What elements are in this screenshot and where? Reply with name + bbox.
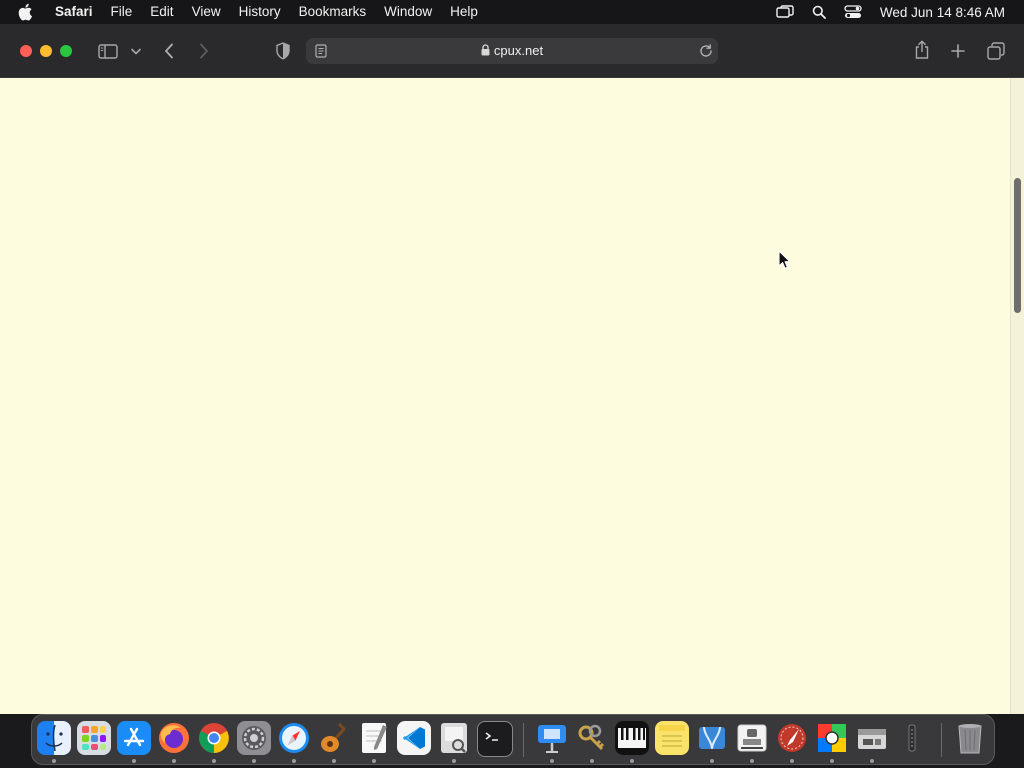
running-indicator bbox=[252, 759, 256, 763]
menu-help[interactable]: Help bbox=[441, 0, 487, 24]
preview-icon[interactable] bbox=[437, 721, 471, 755]
terminal-icon[interactable] bbox=[477, 721, 513, 757]
migration-assistant-icon[interactable] bbox=[695, 721, 729, 755]
keynote-icon[interactable] bbox=[535, 721, 569, 755]
running-indicator bbox=[590, 759, 594, 763]
menu-bar: Safari File Edit View History Bookmarks … bbox=[0, 0, 1024, 24]
menu-edit[interactable]: Edit bbox=[141, 0, 182, 24]
chrome-icon[interactable] bbox=[197, 721, 231, 755]
running-indicator bbox=[550, 759, 554, 763]
running-indicator bbox=[172, 759, 176, 763]
safari-toolbar: cpux.net bbox=[0, 24, 1024, 78]
new-tab-icon[interactable] bbox=[948, 41, 968, 61]
safari-window: cpux.net bbox=[0, 24, 1024, 714]
app-store-icon[interactable] bbox=[117, 721, 151, 755]
dock-separator bbox=[523, 723, 524, 757]
dock bbox=[31, 714, 995, 765]
url-text[interactable]: cpux.net bbox=[494, 43, 543, 58]
instruments-icon[interactable] bbox=[775, 721, 809, 755]
system-settings-icon[interactable] bbox=[237, 721, 271, 755]
share-icon[interactable] bbox=[911, 39, 933, 61]
textedit-icon[interactable] bbox=[357, 721, 391, 755]
running-indicator bbox=[630, 759, 634, 763]
vscode-icon[interactable] bbox=[397, 721, 431, 755]
menu-app-safari[interactable]: Safari bbox=[46, 0, 102, 24]
running-indicator bbox=[870, 759, 874, 763]
reload-icon[interactable] bbox=[698, 43, 714, 59]
audio-midi-setup-icon[interactable] bbox=[895, 721, 929, 755]
running-indicator bbox=[132, 759, 136, 763]
forward-icon[interactable] bbox=[194, 41, 214, 61]
piano-icon[interactable] bbox=[615, 721, 649, 755]
boot-camp-assistant-icon[interactable] bbox=[855, 721, 889, 755]
scrollbar-thumb[interactable] bbox=[1014, 178, 1021, 313]
running-indicator bbox=[830, 759, 834, 763]
dock-separator bbox=[941, 723, 942, 757]
apple-logo-icon[interactable] bbox=[18, 3, 36, 21]
running-indicator bbox=[332, 759, 336, 763]
sidebar-icon[interactable] bbox=[97, 42, 119, 60]
control-center-icon[interactable] bbox=[844, 4, 862, 20]
lock-icon bbox=[481, 39, 490, 65]
menu-file[interactable]: File bbox=[102, 0, 142, 24]
running-indicator bbox=[790, 759, 794, 763]
privacy-shield-icon[interactable] bbox=[273, 41, 293, 61]
notes-icon[interactable] bbox=[655, 721, 689, 755]
running-indicator bbox=[710, 759, 714, 763]
safari-icon[interactable] bbox=[277, 721, 311, 755]
tab-overview-icon[interactable] bbox=[985, 41, 1006, 61]
spotlight-search-icon[interactable] bbox=[810, 4, 828, 20]
running-indicator bbox=[372, 759, 376, 763]
running-indicator bbox=[452, 759, 456, 763]
menu-window[interactable]: Window bbox=[375, 0, 441, 24]
vertical-scrollbar[interactable] bbox=[1010, 78, 1024, 714]
menu-bookmarks[interactable]: Bookmarks bbox=[290, 0, 376, 24]
running-indicator bbox=[292, 759, 296, 763]
finder-icon[interactable] bbox=[37, 721, 71, 755]
keychain-access-icon[interactable] bbox=[575, 721, 609, 755]
garageband-icon[interactable] bbox=[317, 721, 351, 755]
mouse-pointer-icon bbox=[778, 250, 792, 270]
screen-mirroring-icon[interactable] bbox=[776, 4, 794, 20]
running-indicator bbox=[52, 759, 56, 763]
stamp-app-icon[interactable] bbox=[735, 721, 769, 755]
menu-history[interactable]: History bbox=[230, 0, 290, 24]
web-page-content[interactable] bbox=[0, 78, 1010, 714]
back-icon[interactable] bbox=[159, 41, 179, 61]
launchpad-icon[interactable] bbox=[77, 721, 111, 755]
address-bar[interactable]: cpux.net bbox=[306, 38, 718, 64]
menu-clock[interactable]: Wed Jun 14 8:46 AM bbox=[880, 5, 1005, 20]
minimize-window-button[interactable] bbox=[40, 45, 52, 57]
running-indicator bbox=[750, 759, 754, 763]
color-picker-icon[interactable] bbox=[815, 721, 849, 755]
chevron-down-icon[interactable] bbox=[129, 44, 143, 58]
running-indicator bbox=[212, 759, 216, 763]
close-window-button[interactable] bbox=[20, 45, 32, 57]
zoom-window-button[interactable] bbox=[60, 45, 72, 57]
menu-view[interactable]: View bbox=[183, 0, 230, 24]
firefox-icon[interactable] bbox=[157, 721, 191, 755]
trash-icon[interactable] bbox=[953, 721, 987, 755]
